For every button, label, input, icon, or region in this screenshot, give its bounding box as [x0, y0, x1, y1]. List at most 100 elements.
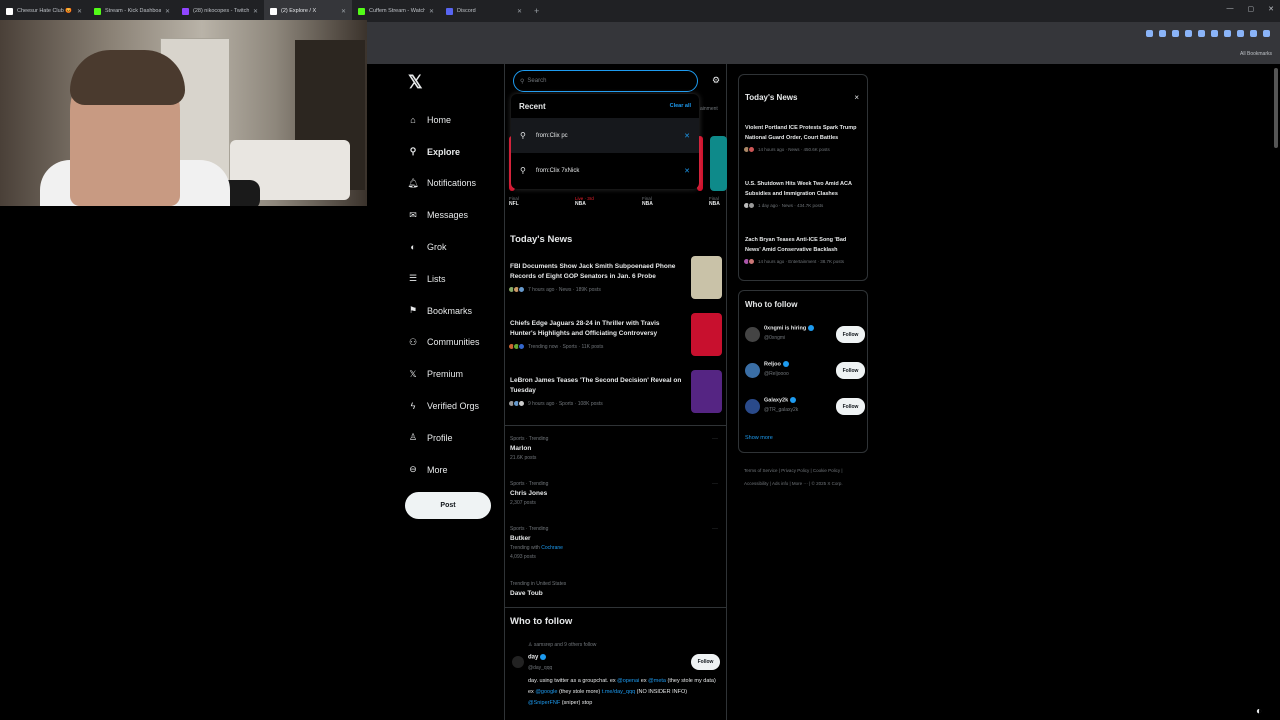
more-options-icon[interactable]: ··· — [712, 481, 718, 487]
avatar[interactable] — [745, 327, 760, 342]
tab-close-icon[interactable]: ✕ — [253, 8, 258, 15]
nav-profile[interactable]: ♙ Profile — [408, 422, 480, 454]
tab-entertainment[interactable]: ainment — [700, 106, 718, 112]
trending-with-link[interactable]: Cochrane — [541, 545, 563, 551]
remove-icon[interactable]: ✕ — [684, 167, 690, 175]
maximize-icon[interactable]: ▢ — [1248, 5, 1255, 13]
browser-tab[interactable]: Stream - Kick Dashboard ✕ — [88, 0, 176, 22]
footer-link[interactable]: Accessibility — [744, 481, 769, 486]
bio-link[interactable]: @openai — [617, 678, 639, 684]
nav-communities[interactable]: ⚇ Communities — [408, 327, 480, 359]
recent-search-item[interactable]: ⚲ from:Clix 7xNick ✕ — [511, 153, 699, 188]
account-name[interactable]: day — [528, 654, 547, 661]
nav-bookmarks[interactable]: ⚑ Bookmarks — [408, 295, 480, 327]
all-bookmarks[interactable]: All Bookmarks — [1240, 51, 1272, 57]
footer-link[interactable]: Ads info — [772, 481, 788, 486]
right-news-title: Zach Bryan Teases Anti-ICE Song 'Bad New… — [745, 237, 847, 253]
extension-icons[interactable] — [1146, 30, 1270, 37]
minimize-icon[interactable]: — — [1227, 5, 1234, 13]
close-window-icon[interactable]: ✕ — [1268, 5, 1274, 13]
nav-premium[interactable]: 𝕏 Premium — [408, 358, 480, 390]
footer-link[interactable]: More ··· — [792, 481, 808, 486]
recent-search-item[interactable]: ⚲ from:Clix pc ✕ — [511, 118, 699, 153]
search-input[interactable]: ⚲ Search — [513, 70, 698, 92]
tab-favicon-icon — [182, 7, 189, 15]
tab-favicon-icon — [270, 7, 277, 15]
remove-icon[interactable]: ✕ — [684, 132, 690, 140]
account-name[interactable]: 0xngmi is hiring — [764, 325, 815, 331]
avatar[interactable] — [745, 399, 760, 414]
trend-item[interactable]: Sports · Trending Chris Jones 2,307 posts ·… — [510, 481, 722, 506]
bio-link[interactable]: t.me/day_qqq — [602, 689, 635, 695]
nav-more[interactable]: ⊖ More — [408, 454, 480, 486]
nav-verified-orgs[interactable]: ϟ Verified Orgs — [408, 390, 480, 422]
right-news-item[interactable]: Violent Portland ICE Protests Spark Trum… — [743, 123, 863, 153]
nav-home[interactable]: ⌂ Home — [408, 104, 480, 136]
nav-label: Profile — [427, 432, 453, 443]
tab-close-icon[interactable]: ✕ — [429, 8, 434, 15]
follow-button[interactable]: Follow — [691, 654, 720, 670]
account-name[interactable]: Reljoo — [764, 361, 789, 367]
bio-link[interactable]: @google — [535, 689, 557, 695]
score-item[interactable]: Live · 3rd NBA — [575, 196, 594, 207]
clear-all-button[interactable]: Clear all — [670, 103, 691, 109]
nav-explore[interactable]: ⚲ Explore — [408, 136, 480, 168]
footer-link[interactable]: Terms of Service — [744, 468, 778, 473]
tab-close-icon[interactable]: ✕ — [517, 8, 522, 15]
nav-notifications[interactable]: 🔔︎ Notifications — [407, 168, 480, 200]
browser-tab[interactable]: Cuffem Stream - Watch Live o ✕ — [352, 0, 440, 22]
right-news-item[interactable]: Zach Bryan Teases Anti-ICE Song 'Bad New… — [743, 235, 863, 265]
more-options-icon[interactable]: ··· — [712, 436, 718, 442]
nav-lists[interactable]: ☰ Lists — [408, 263, 480, 295]
bio-link[interactable]: @meta — [648, 678, 666, 684]
news-item[interactable]: Chiefs Edge Jaguars 28-24 in Thriller wi… — [508, 313, 722, 356]
follow-row[interactable]: Reljoo @Reljoooo Follow — [745, 359, 865, 385]
tab-close-icon[interactable]: ✕ — [165, 8, 170, 15]
window-controls[interactable]: — ▢ ✕ — [1227, 5, 1275, 13]
x-logo-icon[interactable]: 𝕏 — [408, 72, 423, 93]
news-item[interactable]: LeBron James Teases 'The Second Decision… — [508, 370, 722, 413]
follow-row[interactable]: 0xngmi is hiring @0xngmi Follow — [745, 323, 865, 349]
footer-link[interactable]: © 2025 X Corp. — [812, 481, 843, 486]
trend-item[interactable]: Sports · Trending Butker Trending with Coc… — [510, 526, 722, 560]
news-thumbnail — [691, 256, 722, 299]
right-news-item[interactable]: U.S. Shutdown Hits Week Two Amid ACA Sub… — [743, 179, 863, 209]
score-item[interactable]: Final NBA — [709, 196, 720, 207]
score-item[interactable]: Final NFL — [509, 196, 519, 207]
follow-button[interactable]: Follow — [836, 362, 865, 379]
right-news-title: Violent Portland ICE Protests Spark Trum… — [745, 125, 857, 141]
follow-row[interactable]: Galaxy2k @TR_galaxy2k Follow — [745, 395, 865, 421]
account-handle: @Reljoooo — [764, 371, 789, 377]
scrollbar[interactable] — [1274, 68, 1278, 148]
account-handle: @day_qqq — [528, 665, 553, 671]
bio-link[interactable]: @SniperFNF — [528, 700, 560, 706]
close-icon[interactable]: × — [854, 93, 859, 102]
post-button[interactable]: Post — [405, 492, 491, 519]
trend-item[interactable]: Trending in United States Dave Toub — [510, 581, 722, 597]
more-options-icon[interactable]: ··· — [712, 526, 718, 532]
show-more-link[interactable]: Show more — [745, 435, 773, 441]
trend-item[interactable]: Sports · Trending Marlon 21.6K posts ··· — [510, 436, 722, 461]
browser-tab[interactable]: (2) Explore / X ✕ — [264, 0, 352, 22]
tab-close-icon[interactable]: ✕ — [77, 8, 82, 15]
account-name-text: Reljoo — [764, 361, 781, 368]
grok-corner-icon[interactable]: ◐ — [1256, 706, 1262, 717]
score-item[interactable]: Final NBA — [642, 196, 653, 207]
new-tab-icon[interactable]: + — [534, 6, 539, 16]
avatar[interactable] — [512, 656, 524, 668]
browser-tab[interactable]: (28) nikocopes - Twitch ✕ — [176, 0, 264, 22]
footer-link[interactable]: Privacy Policy — [781, 468, 809, 473]
browser-tab[interactable]: Cheesur Hate Club 😡 / X ✕ — [0, 0, 88, 22]
follow-button[interactable]: Follow — [836, 398, 865, 415]
nav-grok[interactable]: ◐ Grok — [408, 231, 480, 263]
browser-tab[interactable]: Discord ✕ — [440, 0, 528, 22]
account-name[interactable]: Galaxy2k — [764, 397, 797, 403]
follow-button[interactable]: Follow — [836, 326, 865, 343]
tab-close-icon[interactable]: ✕ — [341, 8, 346, 15]
settings-gear-icon[interactable]: ⚙ — [712, 75, 720, 86]
news-item[interactable]: FBI Documents Show Jack Smith Subpoenaed… — [508, 256, 722, 299]
nav-messages[interactable]: ✉ Messages — [408, 199, 480, 231]
footer-link[interactable]: Cookie Policy — [813, 468, 840, 473]
social-context: ♙ samsrep and 9 others follow — [528, 642, 597, 648]
avatar[interactable] — [745, 363, 760, 378]
